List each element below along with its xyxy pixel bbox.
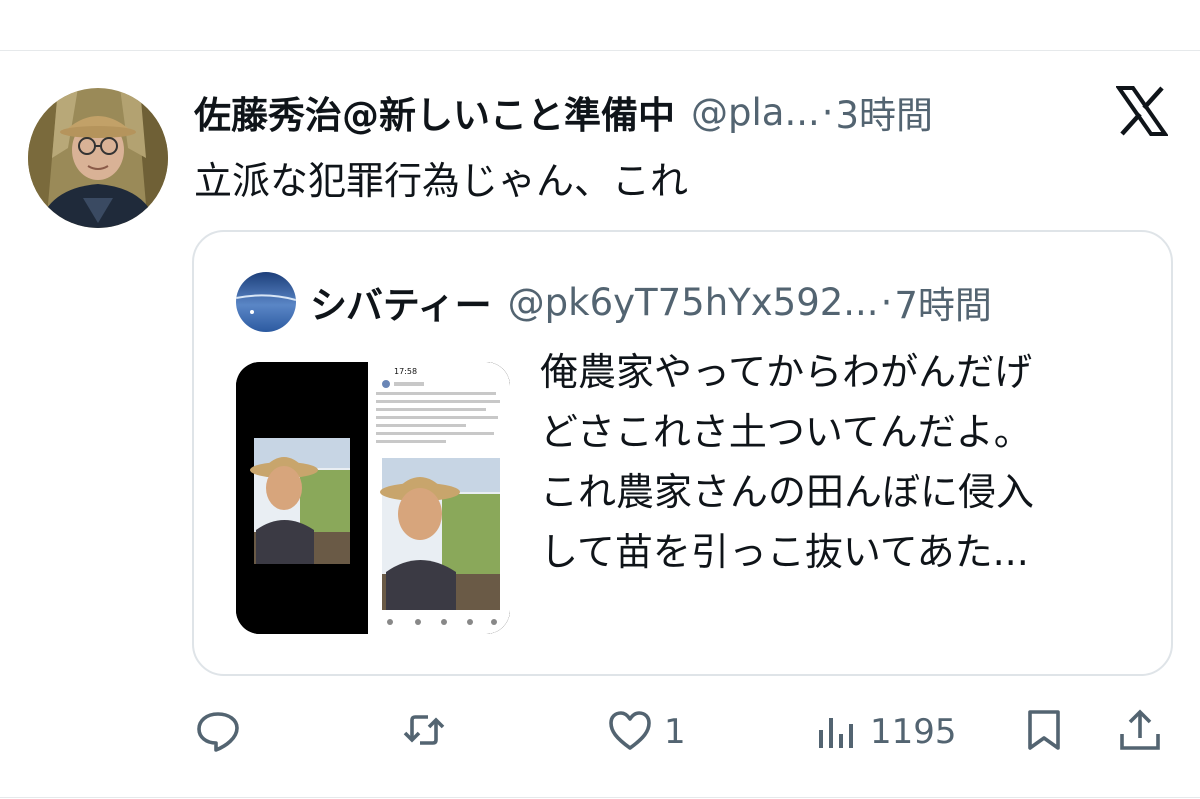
tweet-time[interactable]: 3時間	[836, 85, 934, 139]
like-button[interactable]: 1	[606, 700, 686, 764]
tweet-text: 立派な犯罪行為じゃん、これ	[194, 159, 689, 203]
quote-media-thumbnail[interactable]: 17:58	[236, 362, 510, 634]
author-avatar[interactable]	[28, 88, 168, 228]
x-logo-icon	[1115, 86, 1169, 136]
share-upload-icon[interactable]	[1126, 0, 1166, 10]
views-button[interactable]: 1195	[812, 700, 957, 764]
quote-header: シバティー @pk6yT75hYx592... · 7時間	[310, 272, 992, 332]
quote-time[interactable]: 7時間	[894, 275, 992, 329]
share-button[interactable]	[1116, 700, 1164, 764]
speech-bubble-icon	[194, 706, 242, 758]
quote-author-name[interactable]: シバティー	[310, 275, 492, 329]
author-name[interactable]: 佐藤秀治@新しいこと準備中	[194, 85, 675, 139]
tweet-action-bar: 1 1195	[0, 700, 1200, 764]
previous-tweet-action-bar	[0, 0, 1200, 10]
bar-chart-icon[interactable]	[818, 0, 858, 10]
retweet-icon[interactable]	[418, 0, 458, 10]
bar-chart-icon	[812, 706, 860, 758]
quote-text: 俺農家やってからわがんだげ どさこれさ土ついてんだよ。 これ農家さんの田んぼに侵…	[540, 342, 1152, 582]
quoted-tweet-card[interactable]: シバティー @pk6yT75hYx592... · 7時間 17:58 俺農家や…	[192, 230, 1173, 676]
views-count: 1195	[870, 712, 957, 752]
reply-button[interactable]	[194, 700, 242, 764]
bookmark-icon	[1020, 706, 1068, 758]
quote-text-line: これ農家さんの田んぼに侵入	[540, 470, 1035, 514]
quote-text-line: どさこれさ土ついてんだよ。	[540, 410, 1032, 454]
heart-icon	[606, 706, 654, 758]
retweet-icon	[400, 706, 448, 758]
reply-icon[interactable]	[212, 0, 252, 10]
quote-text-line: して苗を引っこ抜いてあた...	[540, 530, 1029, 574]
phone-status-time: 17:58	[394, 367, 417, 376]
share-upload-icon	[1116, 706, 1164, 758]
quote-author-handle[interactable]: @pk6yT75hYx592...	[508, 281, 879, 324]
divider	[0, 797, 1200, 798]
bookmark-icon[interactable]	[1030, 0, 1070, 10]
separator-dot: ·	[821, 90, 834, 134]
heart-icon[interactable]	[614, 0, 654, 10]
quote-author-avatar[interactable]	[236, 272, 296, 332]
retweet-button[interactable]	[400, 700, 448, 764]
separator-dot: ·	[880, 280, 893, 324]
tweet-header: 佐藤秀治@新しいこと準備中 @pla... · 3時間	[194, 84, 933, 140]
like-count: 1	[664, 712, 686, 752]
divider	[0, 50, 1200, 51]
quote-text-line: 俺農家やってからわがんだげ	[540, 350, 1033, 394]
bookmark-button[interactable]	[1020, 700, 1068, 764]
author-handle[interactable]: @pla...	[691, 91, 820, 134]
